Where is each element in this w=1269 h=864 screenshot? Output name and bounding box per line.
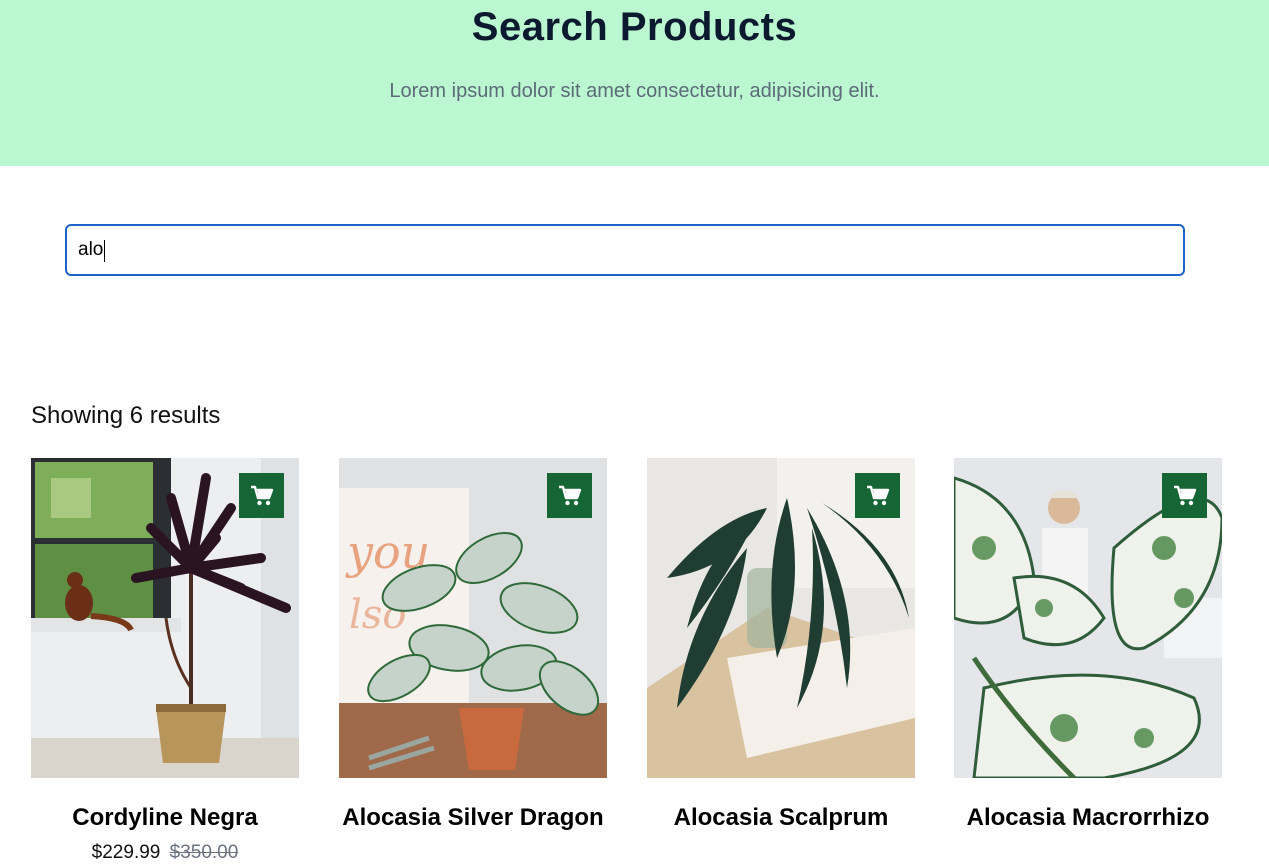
original-price: $350.00 [169,842,239,863]
product-image[interactable] [647,458,915,778]
product-image[interactable] [954,458,1222,778]
search-input[interactable] [65,224,1185,276]
results-count: Showing 6 results [31,402,221,429]
add-to-cart-button[interactable] [547,473,592,518]
cart-icon [1173,485,1197,507]
hero-banner: Search Products Lorem ipsum dolor sit am… [0,0,1269,166]
cart-icon [250,485,274,507]
page-title: Search Products [471,5,798,49]
cart-icon [866,485,890,507]
product-image[interactable]: you lso [339,458,607,778]
page-subtitle: Lorem ipsum dolor sit amet consectetur, … [389,80,880,102]
product-price: $229.99 $350.00 [31,842,299,864]
product-name[interactable]: Alocasia Silver Dragon [339,800,607,835]
add-to-cart-button[interactable] [239,473,284,518]
product-name[interactable]: Cordyline Negra [31,800,299,835]
product-name[interactable]: Alocasia Scalprum [647,800,915,835]
add-to-cart-button[interactable] [855,473,900,518]
text-caret [104,240,105,262]
product-name[interactable]: Alocasia Macrorrhizo [954,800,1222,835]
current-price: $229.99 [91,842,161,863]
cart-icon [558,485,582,507]
product-image[interactable] [31,458,299,778]
add-to-cart-button[interactable] [1162,473,1207,518]
